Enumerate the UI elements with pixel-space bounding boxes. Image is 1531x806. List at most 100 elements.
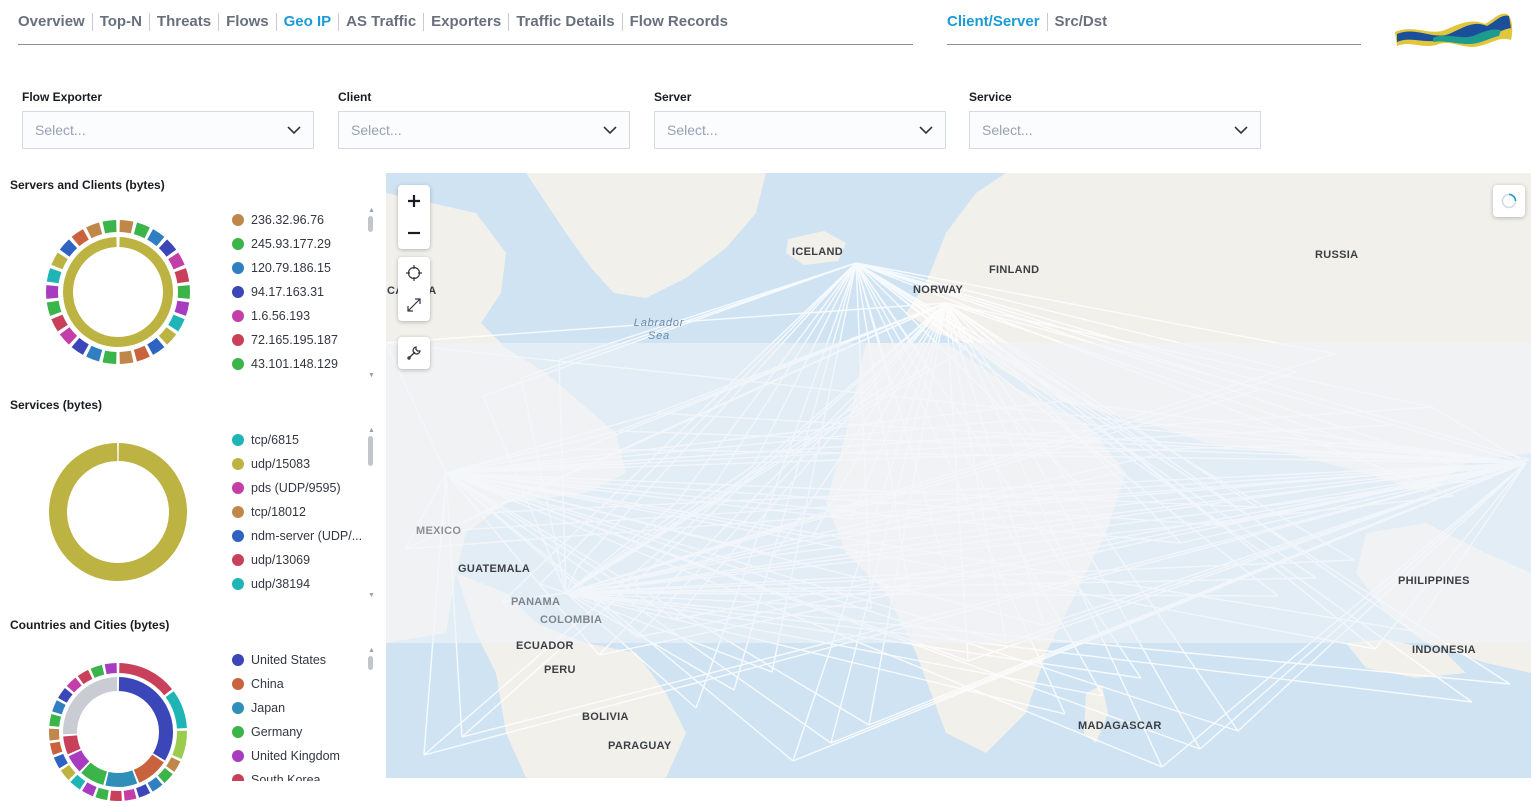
donut-segment[interactable] bbox=[75, 342, 85, 349]
legend-item[interactable]: 72.165.195.187 bbox=[232, 328, 372, 352]
legend-item[interactable]: United States bbox=[232, 648, 372, 672]
tab-geo-ip[interactable]: Geo IP bbox=[277, 13, 340, 31]
tab-as-traffic[interactable]: AS Traffic bbox=[339, 13, 424, 31]
legend-item[interactable]: 29.21.37.152 bbox=[232, 376, 372, 379]
locate-button[interactable] bbox=[398, 257, 430, 289]
legend-item[interactable]: udp/15083 bbox=[232, 452, 372, 476]
donut-segment[interactable] bbox=[70, 736, 74, 752]
legend-item[interactable]: United Kingdom bbox=[232, 744, 372, 768]
donut-segment[interactable] bbox=[173, 256, 179, 267]
legend-scrollbar[interactable]: ▲ ▼ bbox=[366, 424, 376, 600]
legend-item[interactable]: tcp/18012 bbox=[232, 500, 372, 524]
donut-segment[interactable] bbox=[150, 781, 159, 787]
legend-item[interactable]: pds (UDP/9595) bbox=[232, 476, 372, 500]
donut-segment[interactable] bbox=[81, 674, 91, 680]
donut-segment[interactable] bbox=[104, 356, 117, 358]
legend-item[interactable]: 236.32.96.76 bbox=[232, 208, 372, 232]
donut-segment[interactable] bbox=[62, 691, 68, 700]
legend-item[interactable]: 1.6.56.193 bbox=[232, 304, 372, 328]
legend-item[interactable]: udp/38194 bbox=[232, 572, 372, 596]
tab-exporters[interactable]: Exporters bbox=[424, 13, 509, 31]
donut-segment[interactable] bbox=[180, 302, 183, 314]
donut-segment[interactable] bbox=[120, 226, 133, 228]
tab-overview[interactable]: Overview bbox=[18, 13, 93, 31]
donut-segment[interactable] bbox=[163, 331, 171, 340]
donut-segment[interactable] bbox=[65, 244, 73, 253]
subtab-client-server[interactable]: Client/Server bbox=[947, 13, 1048, 31]
donut-segment[interactable] bbox=[173, 317, 179, 328]
donut-segment[interactable] bbox=[135, 351, 147, 355]
donut-segment[interactable] bbox=[54, 715, 56, 726]
legend-item[interactable]: China bbox=[232, 672, 372, 696]
donut-segment[interactable] bbox=[65, 768, 72, 777]
donut-segment[interactable] bbox=[57, 703, 61, 713]
subtab-src-dst[interactable]: Src/Dst bbox=[1048, 13, 1115, 31]
donut-segment[interactable] bbox=[163, 244, 171, 253]
donut-segment[interactable] bbox=[150, 342, 160, 349]
donut-segment[interactable] bbox=[93, 670, 104, 674]
client-select[interactable]: Select... bbox=[338, 111, 630, 149]
donut-segment[interactable] bbox=[137, 759, 158, 777]
donut-segment[interactable] bbox=[170, 759, 176, 769]
legend-item[interactable]: udp/13069 bbox=[232, 548, 372, 572]
donut-segment[interactable] bbox=[177, 731, 182, 757]
zoom-out-button[interactable] bbox=[398, 217, 430, 249]
donut-segment[interactable] bbox=[74, 778, 83, 785]
geo-map[interactable]: ICELAND FINLAND NORWAY RUSSIA CANADA MEX… bbox=[386, 173, 1531, 778]
tab-flows[interactable]: Flows bbox=[219, 13, 277, 31]
donut-segment[interactable] bbox=[86, 768, 105, 779]
donut-segment[interactable] bbox=[138, 789, 148, 793]
legend-item[interactable]: ndm-server (UDP/... bbox=[232, 524, 372, 548]
flow-exporter-select[interactable]: Select... bbox=[22, 111, 314, 149]
service-select[interactable]: Select... bbox=[969, 111, 1261, 149]
donut-segment[interactable] bbox=[54, 729, 55, 740]
donut-segment[interactable] bbox=[58, 452, 178, 572]
donut-segment[interactable] bbox=[68, 242, 168, 342]
donut-segment[interactable] bbox=[59, 756, 64, 766]
donut-segment[interactable] bbox=[57, 256, 63, 267]
donut-segment[interactable] bbox=[106, 668, 117, 669]
donut-segment[interactable] bbox=[85, 787, 95, 792]
donut-segment[interactable] bbox=[119, 684, 166, 757]
legend-item[interactable]: South Korea bbox=[232, 768, 372, 781]
legend-scrollbar[interactable]: ▲ bbox=[366, 644, 376, 784]
donut-segment[interactable] bbox=[53, 270, 56, 282]
donut-segment[interactable] bbox=[75, 234, 85, 241]
tools-button[interactable] bbox=[398, 337, 430, 369]
countries-donut[interactable] bbox=[44, 658, 192, 806]
server-select[interactable]: Select... bbox=[654, 111, 946, 149]
legend-item[interactable]: 245.93.177.29 bbox=[232, 232, 372, 256]
donut-segment[interactable] bbox=[89, 351, 101, 355]
tab-threats[interactable]: Threats bbox=[150, 13, 219, 31]
legend-item[interactable]: Japan bbox=[232, 696, 372, 720]
services-donut[interactable] bbox=[44, 438, 192, 586]
donut-segment[interactable] bbox=[70, 684, 117, 734]
legend-item[interactable]: 43.101.148.129 bbox=[232, 352, 372, 376]
donut-segment[interactable] bbox=[120, 356, 133, 358]
legend-item[interactable]: 120.79.186.15 bbox=[232, 256, 372, 280]
donut-segment[interactable] bbox=[97, 792, 108, 795]
donut-segment[interactable] bbox=[70, 682, 78, 690]
legend-item[interactable]: tcp/6815 bbox=[232, 428, 372, 452]
fullscreen-button[interactable] bbox=[398, 289, 430, 321]
legend-item[interactable]: Germany bbox=[232, 720, 372, 744]
legend-scrollbar[interactable]: ▲ ▼ bbox=[366, 204, 376, 380]
donut-segment[interactable] bbox=[135, 228, 147, 232]
donut-segment[interactable] bbox=[65, 331, 73, 340]
donut-segment[interactable] bbox=[57, 317, 63, 328]
legend-item[interactable]: 94.17.163.31 bbox=[232, 280, 372, 304]
servers-clients-donut[interactable] bbox=[44, 218, 192, 366]
tab-flow-records[interactable]: Flow Records bbox=[623, 13, 735, 31]
legend-item[interactable]: cisco-sccp (TCP/... bbox=[232, 596, 372, 599]
donut-segment[interactable] bbox=[161, 771, 169, 779]
donut-segment[interactable] bbox=[124, 794, 135, 796]
donut-segment[interactable] bbox=[180, 270, 183, 282]
donut-segment[interactable] bbox=[104, 226, 117, 228]
donut-segment[interactable] bbox=[107, 777, 135, 780]
tab-traffic-details[interactable]: Traffic Details bbox=[509, 13, 622, 31]
donut-segment[interactable] bbox=[89, 228, 101, 232]
donut-segment[interactable] bbox=[75, 753, 84, 766]
zoom-in-button[interactable] bbox=[398, 185, 430, 217]
donut-segment[interactable] bbox=[53, 302, 56, 314]
tab-top-n[interactable]: Top-N bbox=[93, 13, 150, 31]
